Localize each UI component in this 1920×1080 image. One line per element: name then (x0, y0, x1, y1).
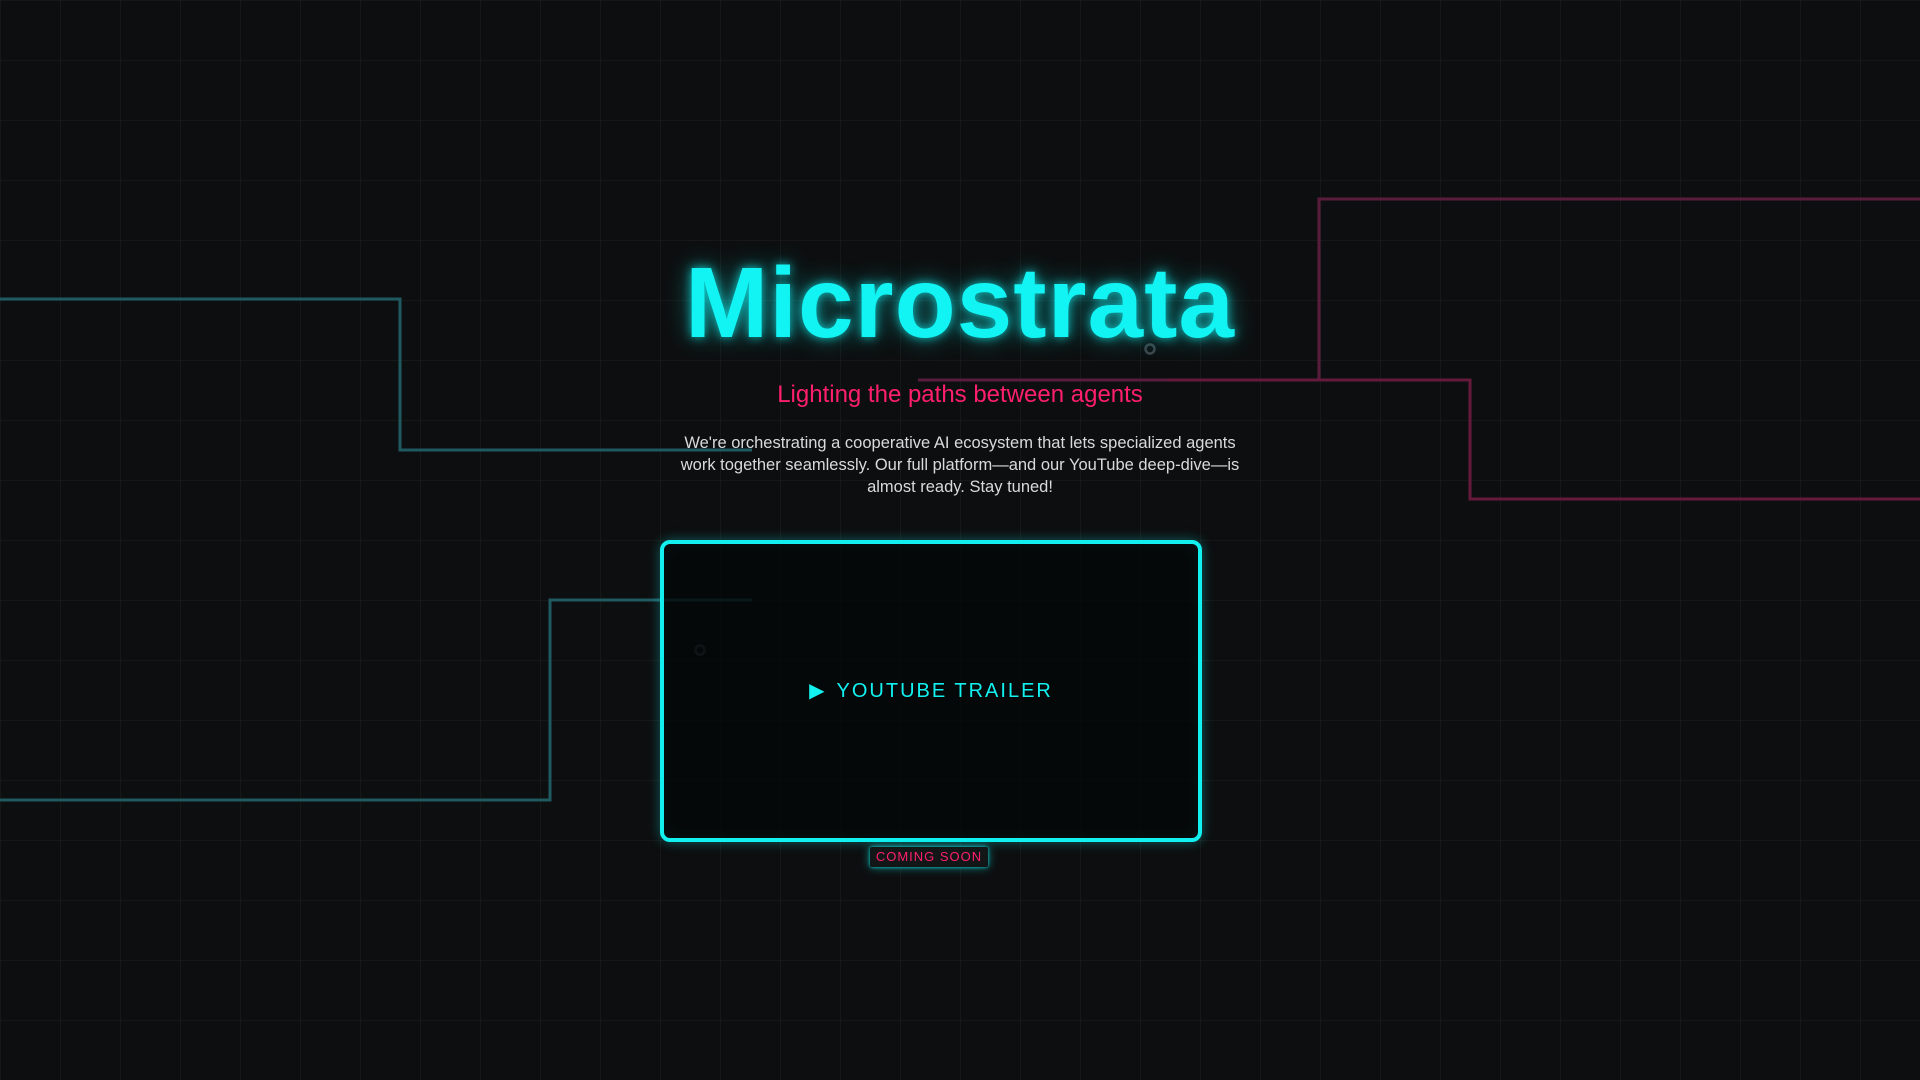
trailer-label: YOUTUBE TRAILER (836, 679, 1053, 702)
play-icon: ▶ (809, 680, 827, 702)
description-text: We're orchestrating a cooperative AI eco… (680, 434, 1240, 496)
coming-soon-badge: COMING SOON (870, 847, 988, 867)
hero-section: Microstrata Lighting the paths between a… (0, 0, 1920, 1080)
page-title: Microstrata (684, 247, 1236, 359)
trailer-label-group: ▶ YOUTUBE TRAILER (809, 680, 1053, 703)
youtube-trailer-placeholder[interactable]: ▶ YOUTUBE TRAILER (660, 540, 1202, 842)
tagline: Lighting the paths between agents (777, 381, 1143, 408)
